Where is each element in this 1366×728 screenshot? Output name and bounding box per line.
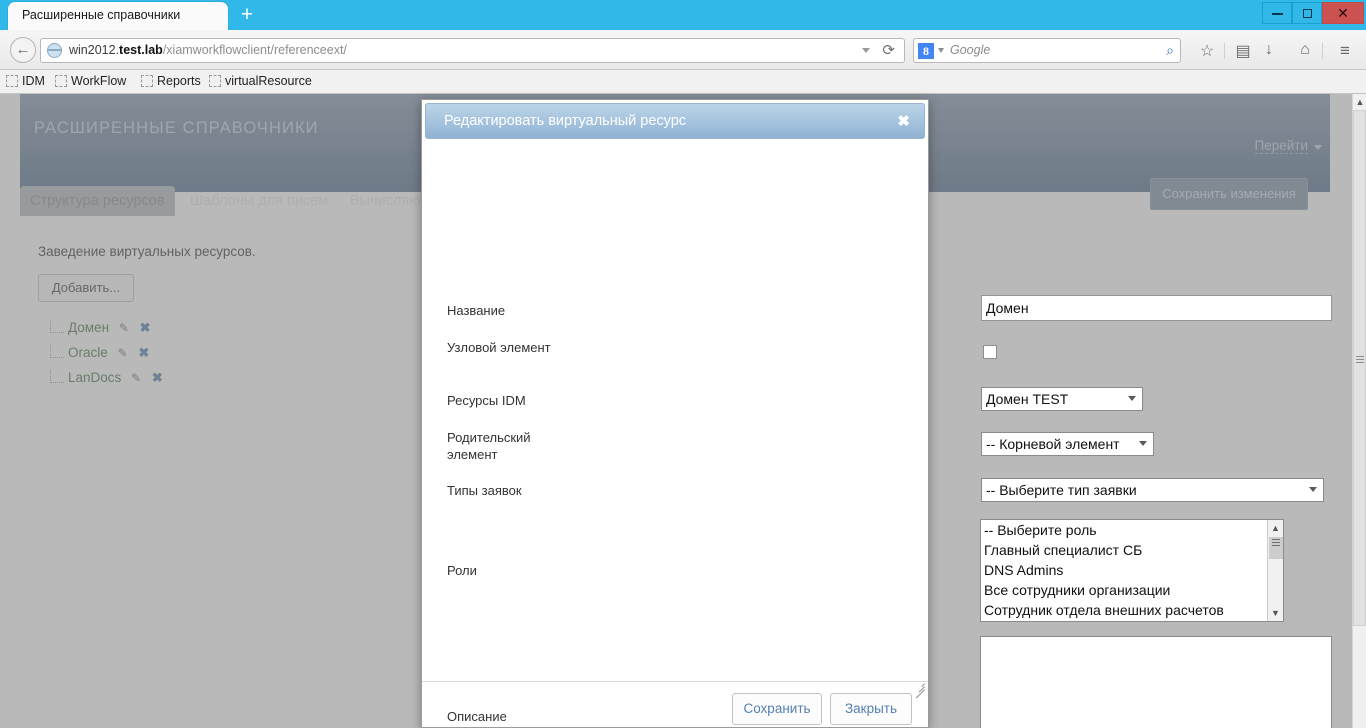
url-path: /xiamworkflowclient/referenceext/: [162, 43, 347, 57]
restore-icon: [1302, 9, 1312, 19]
node-element-label: Узловой элемент: [447, 340, 551, 355]
chevron-down-icon[interactable]: [862, 48, 870, 53]
url-host-bold: test.lab: [119, 43, 163, 57]
bookmark-placeholder-icon: [141, 75, 153, 87]
chevron-down-icon[interactable]: [938, 48, 944, 53]
bookmark-label: Reports: [157, 74, 201, 88]
window-maximize-button[interactable]: [1292, 2, 1322, 24]
bookmark-star-icon[interactable]: ☆: [1196, 41, 1218, 61]
node-element-checkbox[interactable]: [983, 345, 997, 359]
bookmark-virtualresource[interactable]: virtualResource: [209, 74, 312, 91]
url-text: win2012.test.lab/xiamworkflowclient/refe…: [69, 43, 347, 57]
idm-resources-label: Ресурсы IDM: [447, 393, 526, 408]
minimize-icon: [1271, 12, 1283, 15]
dialog-save-button[interactable]: Сохранить: [732, 693, 822, 725]
chevron-down-icon: [1139, 441, 1147, 446]
scroll-up-icon[interactable]: ▲: [1353, 94, 1366, 110]
menu-icon[interactable]: ≡: [1334, 41, 1356, 61]
reader-icon[interactable]: ▤: [1232, 41, 1254, 61]
scroll-down-icon[interactable]: ▼: [1268, 605, 1283, 621]
role-option[interactable]: DNS Admins: [981, 560, 1283, 580]
dialog-title: Редактировать виртуальный ресурс: [444, 113, 687, 129]
bookmark-placeholder-icon: [6, 75, 18, 87]
bookmark-label: WorkFlow: [71, 74, 127, 88]
google-icon: 8: [918, 43, 934, 59]
home-icon[interactable]: ⌂: [1294, 41, 1316, 59]
page-scrollbar[interactable]: ▲: [1352, 94, 1366, 728]
role-option[interactable]: Все сотрудники организации: [981, 580, 1283, 600]
dialog-footer: Сохранить Закрыть: [422, 681, 928, 727]
search-icon[interactable]: ⌕: [1166, 42, 1174, 59]
browser-tabstrip: Расширенные справочники +: [0, 0, 1366, 30]
window-minimize-button[interactable]: [1262, 2, 1292, 24]
globe-icon: [46, 43, 62, 58]
bookmark-placeholder-icon: [55, 75, 67, 87]
request-types-value: -- Выберите тип заявки: [986, 482, 1137, 498]
close-icon[interactable]: ✖: [897, 112, 910, 130]
bookmark-idm[interactable]: IDM: [6, 74, 45, 91]
parent-element-select[interactable]: -- Корневой элемент: [981, 432, 1154, 456]
idm-resources-select[interactable]: Домен TEST: [981, 387, 1143, 411]
chevron-down-icon: [1309, 487, 1317, 492]
parent-element-value: -- Корневой элемент: [986, 436, 1120, 452]
dialog-body: Название Домен Узловой элемент Ресурсы I…: [422, 142, 1332, 728]
name-label: Название: [447, 303, 506, 318]
search-bar[interactable]: 8 Google ⌕: [913, 38, 1181, 63]
bookmark-reports[interactable]: Reports: [141, 74, 201, 91]
idm-resources-value: Домен TEST: [986, 391, 1069, 407]
scrollbar-thumb[interactable]: [1269, 537, 1283, 559]
browser-tab-active[interactable]: Расширенные справочники: [8, 2, 228, 30]
back-button[interactable]: ←: [10, 37, 36, 63]
roles-label: Роли: [447, 563, 477, 578]
window-titlebar: Расширенные справочники + ✕: [0, 0, 1366, 30]
url-bar[interactable]: win2012.test.lab/xiamworkflowclient/refe…: [40, 38, 905, 63]
parent-element-label: Родительский элемент: [447, 430, 531, 462]
dialog-header: Редактировать виртуальный ресурс ✖: [425, 103, 925, 139]
download-icon[interactable]: ↓: [1258, 41, 1280, 59]
new-tab-button[interactable]: +: [234, 4, 260, 28]
role-option[interactable]: Сотрудник отдела внешних расчетов: [981, 600, 1283, 620]
url-host: win2012.: [69, 43, 120, 57]
bookmark-label: virtualResource: [225, 74, 312, 88]
name-input[interactable]: Домен: [981, 295, 1332, 321]
scroll-up-icon[interactable]: ▲: [1268, 520, 1283, 536]
roles-scrollbar[interactable]: ▲ ▼: [1267, 520, 1283, 621]
description-textarea[interactable]: [980, 636, 1332, 728]
window-close-button[interactable]: ✕: [1322, 2, 1364, 24]
browser-toolbar: ← win2012.test.lab/xiamworkflowclient/re…: [0, 30, 1366, 70]
scrollbar-grip-icon: [1356, 356, 1364, 363]
dialog-close-button[interactable]: Закрыть: [830, 693, 912, 725]
toolbar-divider: [1322, 43, 1323, 59]
bookmarks-bar: IDM WorkFlow Reports virtualResource: [0, 70, 1366, 94]
role-option[interactable]: -- Выберите роль: [981, 520, 1283, 540]
request-types-label: Типы заявок: [447, 483, 522, 498]
reload-icon[interactable]: ⟳: [882, 42, 895, 60]
toolbar-divider: [1224, 43, 1225, 59]
chevron-down-icon: [1128, 396, 1136, 401]
bookmark-workflow[interactable]: WorkFlow: [55, 74, 126, 91]
bookmark-placeholder-icon: [209, 75, 221, 87]
bookmark-label: IDM: [22, 74, 45, 88]
scrollbar-thumb[interactable]: [1353, 110, 1366, 626]
browser-tab-title: Расширенные справочники: [22, 8, 181, 22]
role-option[interactable]: Главный специалист СБ: [981, 540, 1283, 560]
roles-listbox[interactable]: -- Выберите роль Главный специалист СБ D…: [980, 519, 1284, 622]
search-input[interactable]: Google: [950, 43, 990, 57]
edit-virtual-resource-dialog: Редактировать виртуальный ресурс ✖ Назва…: [421, 99, 1332, 728]
request-types-select[interactable]: -- Выберите тип заявки: [981, 478, 1324, 502]
